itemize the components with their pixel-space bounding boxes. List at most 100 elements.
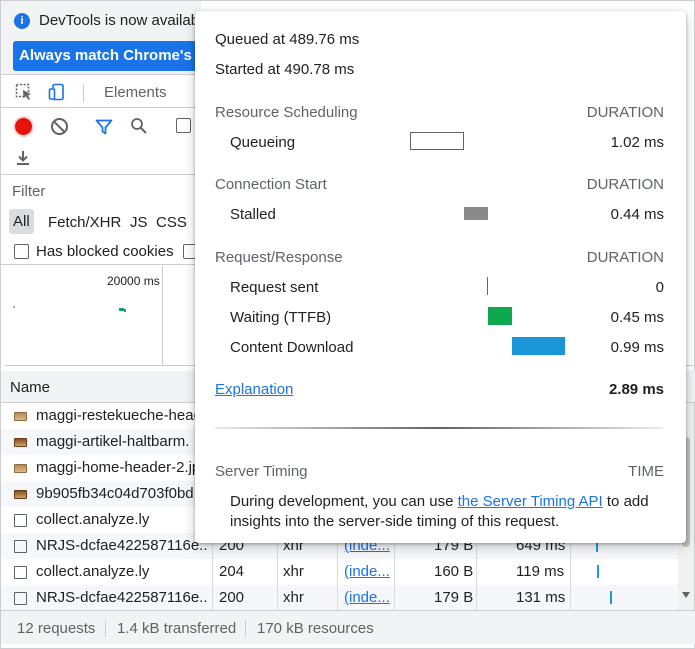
request-name: NRJS-dcfae422587116e...: [36, 537, 208, 554]
column-divider: [570, 585, 571, 611]
request-count: 12 requests: [17, 620, 96, 637]
column-divider: [570, 559, 571, 585]
server-timing-api-link[interactable]: the Server Timing API: [458, 493, 603, 510]
document-file-icon: [14, 592, 27, 605]
waterfall-bar: [610, 591, 612, 604]
tab-separator: [83, 84, 84, 102]
column-divider: [337, 585, 338, 611]
request-initiator-link[interactable]: (inde...: [344, 563, 390, 580]
queueing-bar: [410, 132, 464, 150]
content-download-value: 0.99 ms: [610, 339, 664, 356]
time-heading: TIME: [628, 463, 664, 480]
filter-input[interactable]: Filter: [12, 183, 45, 200]
request-name: NRJS-dcfae422587116e...: [36, 589, 208, 606]
type-filter-css[interactable]: CSS: [156, 214, 187, 231]
scroll-down-arrow-icon[interactable]: [682, 592, 690, 598]
overview-tick-label: 20000 ms: [107, 274, 160, 288]
status-separator: [105, 620, 106, 637]
request-size: 179 B: [434, 589, 474, 606]
inspect-element-icon[interactable]: [15, 83, 33, 101]
tab-elements[interactable]: Elements: [104, 84, 167, 101]
queued-at-text: Queued at 489.76 ms: [215, 31, 360, 48]
search-icon[interactable]: [130, 117, 148, 135]
server-timing-heading: Server Timing: [215, 463, 308, 480]
request-time: 119 ms: [516, 563, 565, 580]
export-har-icon[interactable]: [14, 149, 32, 167]
transferred-size: 1.4 kB transferred: [117, 620, 237, 637]
queueing-value: 1.02 ms: [610, 134, 664, 151]
type-filter-all[interactable]: All: [9, 209, 34, 234]
waiting-ttfb-label: Waiting (TTFB): [230, 309, 332, 326]
request-time: 131 ms: [516, 589, 566, 606]
overview-gridline: [162, 266, 163, 366]
duration-heading: DURATION: [586, 176, 664, 193]
request-status: 200: [219, 589, 245, 606]
request-sent-label: Request sent: [230, 279, 319, 296]
devtools-window: i DevTools is now available in your lang…: [0, 0, 695, 649]
table-row[interactable]: collect.analyze.ly 204 xhr (inde... 160 …: [1, 559, 681, 585]
column-divider: [394, 585, 395, 611]
queueing-label: Queueing: [230, 134, 296, 151]
request-response-heading: Request/Response: [215, 249, 343, 266]
request-name: collect.analyze.ly: [36, 563, 150, 580]
name-column-header[interactable]: Name: [10, 379, 50, 396]
column-divider: [476, 585, 477, 611]
clear-button[interactable]: [51, 118, 68, 135]
blocked-cookies-row: Has blocked cookies: [1, 239, 201, 265]
request-name: maggi-restekueche-header: [36, 407, 208, 424]
info-icon: i: [14, 13, 30, 29]
device-toolbar-icon[interactable]: [48, 83, 66, 101]
request-size: 160 B: [434, 563, 474, 580]
resource-type-filters: All Fetch/XHR JS CSS: [1, 206, 201, 238]
request-name: collect.analyze.ly: [36, 511, 150, 528]
started-at-text: Started at 490.78 ms: [215, 61, 355, 78]
request-status: 204: [219, 563, 245, 580]
record-button[interactable]: [15, 118, 32, 135]
request-type: xhr: [283, 563, 304, 580]
image-file-icon: [14, 490, 27, 499]
stalled-value: 0.44 ms: [610, 206, 664, 223]
total-duration: 2.89 ms: [608, 381, 664, 398]
stalled-bar: [464, 207, 488, 220]
blocked-cookies-label: Has blocked cookies: [36, 243, 174, 260]
request-initiator-link[interactable]: (inde...: [344, 589, 390, 606]
explanation-link[interactable]: Explanation: [215, 381, 293, 398]
column-divider: [277, 559, 278, 585]
request-sent-bar: [487, 277, 488, 295]
blocked-cookies-checkbox[interactable]: [14, 244, 29, 259]
infobar-message: DevTools is now available in your langua…: [39, 12, 199, 29]
server-timing-text: to add: [602, 493, 649, 510]
content-download-label: Content Download: [230, 339, 354, 356]
timing-popover: Queued at 489.76 ms Started at 490.78 ms…: [195, 11, 686, 543]
image-file-icon: [14, 412, 27, 421]
server-timing-description-line2: insights into the server-side timing of …: [230, 513, 560, 530]
filter-row: Filter: [1, 176, 201, 206]
server-timing-text: During development, you can use: [230, 493, 458, 510]
column-divider: [212, 559, 213, 585]
connection-start-heading: Connection Start: [215, 176, 327, 193]
request-name: maggi-home-header-2.jpg: [36, 459, 208, 476]
document-file-icon: [14, 566, 27, 579]
column-divider: [394, 559, 395, 585]
duration-heading: DURATION: [586, 104, 664, 121]
document-file-icon: [14, 514, 27, 527]
match-language-button[interactable]: Always match Chrome's language: [13, 41, 213, 71]
request-sent-value: 0: [655, 279, 664, 296]
filter-icon[interactable]: [95, 118, 113, 136]
duration-heading: DURATION: [586, 249, 664, 266]
type-filter-js[interactable]: JS: [130, 214, 148, 231]
request-name: maggi-artikel-haltbarm.: [36, 433, 190, 450]
type-filter-fetch-xhr[interactable]: Fetch/XHR: [48, 214, 121, 231]
preserve-log-checkbox[interactable]: [176, 118, 191, 133]
network-status-bar: 12 requests 1.4 kB transferred 170 kB re…: [1, 610, 695, 644]
overview-mark: [124, 309, 126, 312]
table-row[interactable]: NRJS-dcfae422587116e... 200 xhr (inde...…: [1, 585, 681, 611]
resource-scheduling-heading: Resource Scheduling: [215, 104, 358, 121]
overview-mark: [13, 306, 15, 308]
image-file-icon: [14, 438, 27, 447]
waiting-ttfb-value: 0.45 ms: [610, 309, 664, 326]
waiting-ttfb-bar: [488, 307, 512, 325]
status-separator: [245, 620, 246, 637]
main-tab-bar: Elements: [1, 76, 201, 108]
network-toolbar: [1, 109, 201, 175]
